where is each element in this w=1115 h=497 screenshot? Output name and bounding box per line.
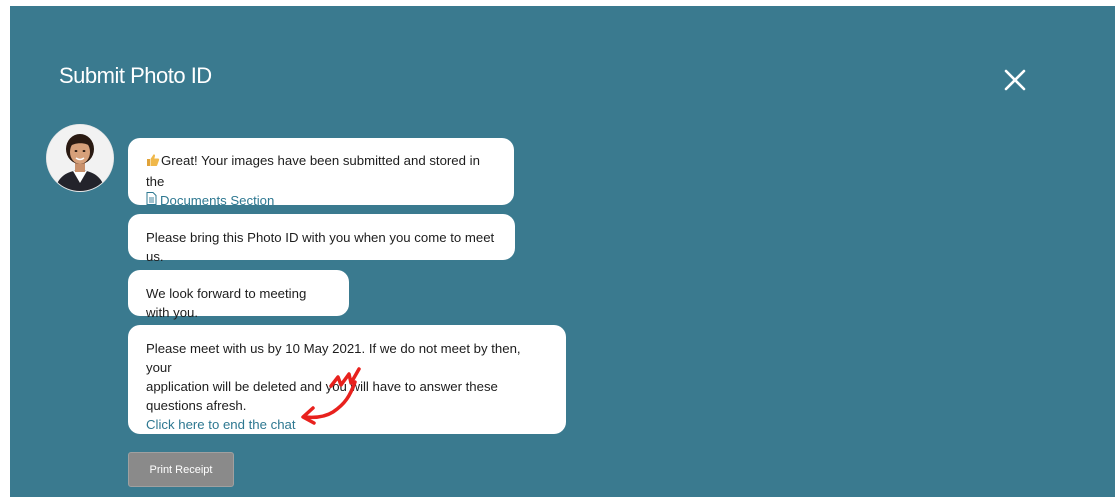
chat-dialog: Submit Photo ID Great! Your images have … [10,6,1115,497]
message-text: We look forward to meeting with you. [146,286,307,320]
chat-message: We look forward to meeting with you. [128,270,349,320]
message-line: Please meet with us by 10 May 2021. If w… [146,341,521,375]
message-line: application will be deleted and you will… [146,379,498,394]
thumbs-up-icon [146,153,160,172]
chat-message: Please meet with us by 10 May 2021. If w… [128,325,566,434]
print-receipt-button[interactable]: Print Receipt [128,452,234,487]
document-icon [146,191,157,210]
message-text: Please bring this Photo ID with you when… [146,230,495,264]
message-line: Great! Your images have been submitted a… [146,151,496,191]
chat-message: Great! Your images have been submitted a… [128,138,514,208]
documents-section-link[interactable]: Documents Section [146,191,274,210]
agent-avatar [47,125,113,191]
documents-section-label: Documents Section [160,193,275,208]
close-icon[interactable] [1002,67,1028,93]
chat-message: Please bring this Photo ID with you when… [128,214,515,264]
dialog-title: Submit Photo ID [59,63,212,88]
message-text: Great! Your images have been submitted a… [146,153,480,189]
end-chat-link[interactable]: Click here to end the chat [146,417,296,432]
message-line: questions afresh. [146,398,247,413]
